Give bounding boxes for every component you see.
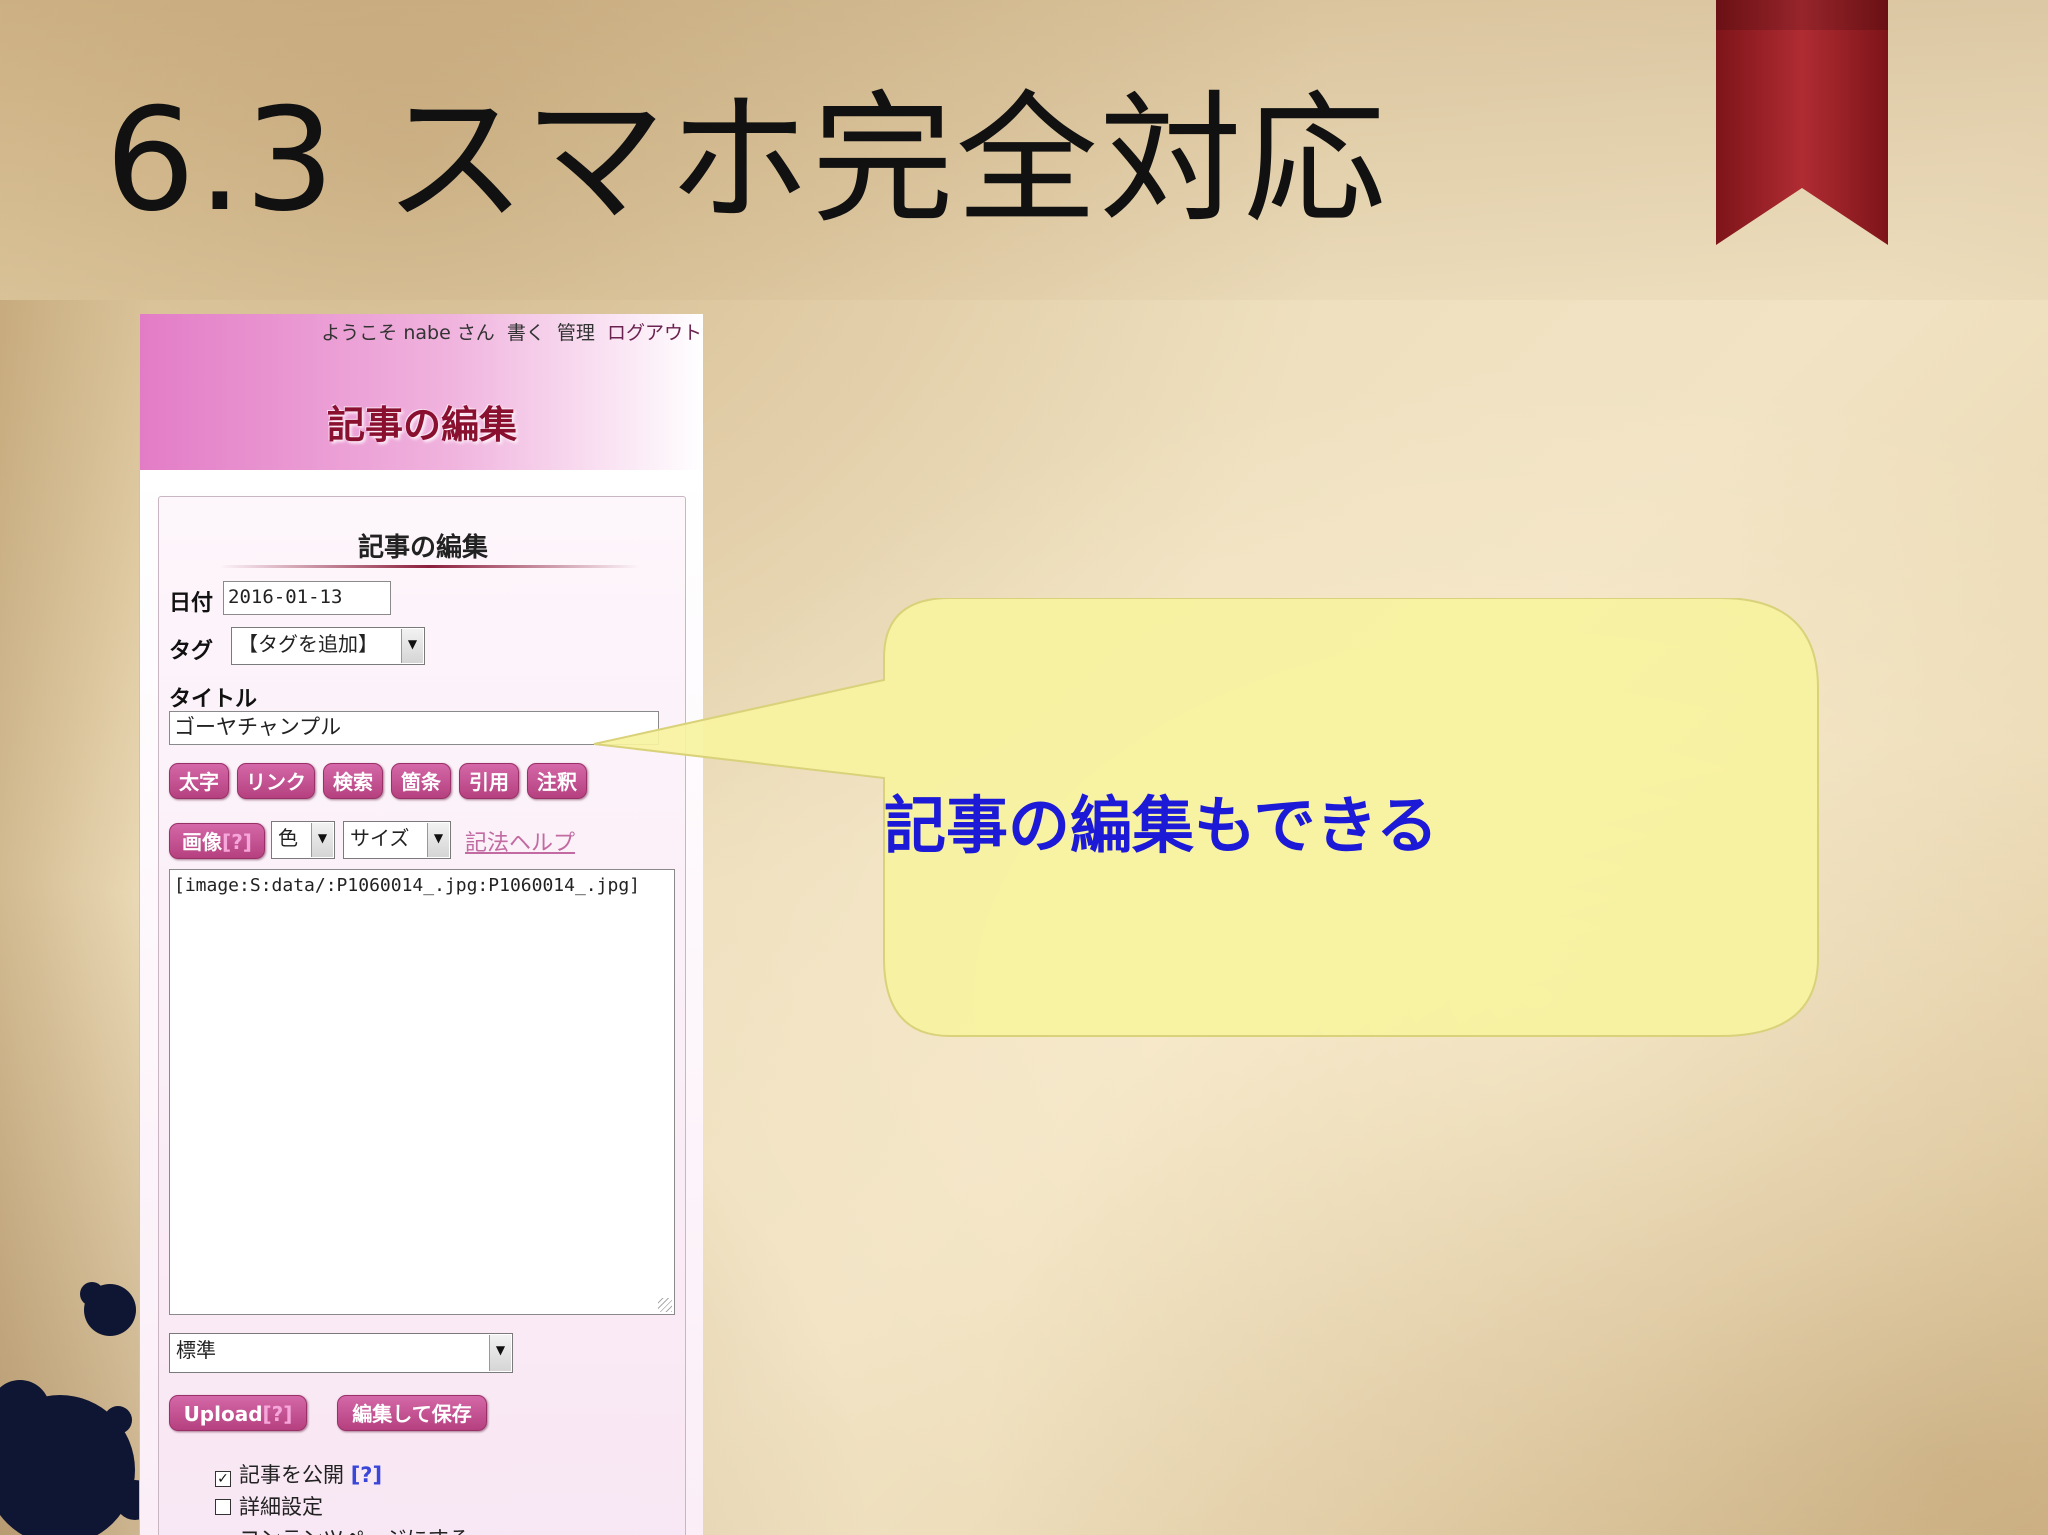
user-bar: ようこそ nabe さん 書く 管理 ログアウト [315,318,702,345]
tag-label: タグ [169,639,214,664]
search-button[interactable]: 検索 [323,763,383,799]
panel-title-underline [219,565,639,568]
chevron-down-icon: ▼ [311,823,333,857]
panel-title: 記事の編集 [357,533,488,563]
date-input[interactable]: 2016-01-13 [223,581,391,615]
callout-text: 記事の編集もできる [884,789,1439,862]
chevron-down-icon: ▼ [401,629,423,663]
image-button-label: 画像 [182,830,223,854]
blog-title: 記事の編集 [326,403,517,447]
quote-button[interactable]: 引用 [459,763,519,799]
body-text: [image:S:data/:P1060014_.jpg:P1060014_.j… [174,875,640,896]
bold-button[interactable]: 太字 [169,763,229,799]
list-button[interactable]: 箇条 [391,763,451,799]
content-page-option[interactable]: ✓コンテンツページにする [215,1523,470,1535]
chevron-down-icon: ▼ [489,1335,511,1371]
size-select[interactable]: サイズ ▼ [343,821,451,859]
advanced-option[interactable]: 詳細設定 [215,1491,323,1521]
publish-help-mark[interactable]: [?] [351,1463,382,1487]
resize-grip-icon[interactable] [658,1298,672,1312]
tag-select[interactable]: 【タグを追加】 ▼ [231,627,425,665]
upload-help-mark: [?] [262,1402,293,1426]
color-select-value: 色 [278,826,298,850]
link-button[interactable]: リンク [237,763,315,799]
date-label: 日付 [169,591,214,616]
checkbox-checked-icon[interactable]: ✓ [215,1471,231,1487]
admin-link[interactable]: 管理 [557,322,595,344]
tag-select-value: 【タグを追加】 [238,632,378,656]
publish-option[interactable]: ✓ 記事を公開 [?] [215,1459,382,1489]
welcome-text: ようこそ nabe さん [321,322,495,344]
publish-label: 記事を公開 [239,1463,344,1487]
size-select-value: サイズ [350,826,410,850]
mode-select-value: 標準 [176,1338,216,1362]
title-label: タイトル [169,687,258,712]
logout-link[interactable]: ログアウト [607,322,702,344]
syntax-help-link[interactable]: 記法ヘルプ [465,825,575,857]
content-page-label: コンテンツページにする [239,1527,470,1535]
footnote-button[interactable]: 注釈 [527,763,587,799]
write-link[interactable]: 書く [507,322,545,344]
title-input[interactable]: ゴーヤチャンプル [169,711,659,745]
checkbox-unchecked-icon[interactable] [215,1499,231,1515]
image-help-mark: [?] [222,830,252,854]
image-button[interactable]: 画像[?] [169,823,265,859]
blog-header: ようこそ nabe さん 書く 管理 ログアウト 記事の編集 [140,314,703,470]
slide-title: 6.3 スマホ完全対応 [105,78,1388,243]
mode-select[interactable]: 標準 ▼ [169,1333,513,1373]
upload-button-label: Upload [183,1402,263,1426]
color-select[interactable]: 色 ▼ [271,821,335,859]
ribbon-bookmark-icon [1716,0,1888,245]
chevron-down-icon: ▼ [427,823,449,857]
ink-blot-decoration [0,1282,150,1535]
advanced-label: 詳細設定 [239,1495,323,1519]
upload-button[interactable]: Upload[?] [169,1395,307,1431]
save-button[interactable]: 編集して保存 [337,1395,487,1431]
